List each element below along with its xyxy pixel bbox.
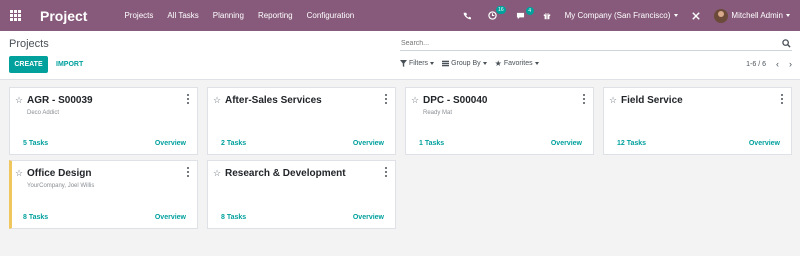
favorites-button[interactable]: ★ Favorites: [495, 59, 539, 68]
user-menu[interactable]: Mitchell Admin: [714, 8, 790, 23]
pager: 1-6 / 6 ‹ ›: [746, 59, 792, 69]
top-navbar: Project Projects All Tasks Planning Repo…: [0, 0, 800, 31]
chat-icon[interactable]: 4: [515, 6, 534, 20]
menu-item-all-tasks[interactable]: All Tasks: [160, 11, 205, 20]
app-menu-icon[interactable]: [0, 0, 31, 31]
project-card[interactable]: ☆ After-Sales Services 2 Tasks Overview: [207, 87, 396, 155]
project-card[interactable]: ☆ DPC - S00040 Ready Mat 1 Tasks Overvie…: [405, 87, 594, 155]
tasks-link[interactable]: 2 Tasks: [221, 140, 246, 147]
chevron-down-icon: [674, 14, 679, 17]
menu-item-reporting[interactable]: Reporting: [251, 11, 300, 20]
star-icon[interactable]: ☆: [15, 168, 23, 179]
overview-link[interactable]: Overview: [353, 140, 384, 147]
project-customer: Ready Mat: [423, 110, 453, 116]
company-switcher[interactable]: My Company (San Francisco): [565, 11, 679, 20]
tasks-link[interactable]: 12 Tasks: [617, 140, 646, 147]
search-options: Filters Group By ★ Favorites: [400, 59, 539, 68]
project-title: After-Sales Services: [225, 95, 322, 106]
overview-link[interactable]: Overview: [155, 214, 186, 221]
main-menu: Projects All Tasks Planning Reporting Co…: [117, 11, 361, 20]
card-menu-icon[interactable]: [583, 94, 586, 104]
groupby-button[interactable]: Group By: [442, 60, 487, 67]
project-title: DPC - S00040: [423, 95, 488, 106]
filters-button[interactable]: Filters: [400, 60, 435, 67]
activity-clock-icon[interactable]: 16: [487, 6, 506, 20]
kanban-view: ☆ AGR - S00039 Deco Addict 5 Tasks Overv…: [0, 80, 800, 256]
tasks-link[interactable]: 8 Tasks: [221, 214, 246, 221]
chevron-right-icon[interactable]: ›: [789, 59, 792, 69]
filters-label: Filters: [409, 60, 429, 67]
project-title: Research & Development: [225, 168, 346, 179]
menu-item-projects[interactable]: Projects: [117, 11, 160, 20]
card-menu-icon[interactable]: [385, 94, 388, 104]
star-icon[interactable]: ☆: [213, 95, 221, 106]
control-panel: Projects CREATE IMPORT Filters Group By …: [0, 31, 800, 80]
message-count-badge: 4: [525, 6, 534, 15]
project-customer: YourCompany, Joel Willis: [27, 183, 95, 189]
chevron-down-icon: [786, 14, 790, 17]
tasks-link[interactable]: 8 Tasks: [23, 214, 48, 221]
import-button[interactable]: IMPORT: [56, 56, 83, 73]
create-button[interactable]: CREATE: [9, 56, 48, 73]
project-customer: Deco Addict: [27, 110, 60, 116]
chevron-down-icon: [534, 62, 539, 65]
breadcrumb: Projects: [9, 38, 49, 50]
overview-link[interactable]: Overview: [155, 140, 186, 147]
star-icon[interactable]: ☆: [411, 95, 419, 106]
search-input[interactable]: [400, 39, 770, 47]
overview-link[interactable]: Overview: [551, 140, 582, 147]
project-card[interactable]: ☆ Office Design YourCompany, Joel Willis…: [9, 160, 198, 229]
company-name: My Company (San Francisco): [564, 11, 671, 20]
groupby-icon: [442, 60, 450, 67]
tasks-link[interactable]: 5 Tasks: [23, 140, 48, 147]
project-title: Office Design: [27, 168, 92, 179]
pager-value[interactable]: 1-6 / 6: [746, 61, 766, 68]
overview-link[interactable]: Overview: [353, 214, 384, 221]
project-card[interactable]: ☆ Field Service 12 Tasks Overview: [603, 87, 792, 155]
user-name: Mitchell Admin: [731, 11, 783, 20]
menu-item-configuration[interactable]: Configuration: [300, 11, 362, 20]
favorites-label: Favorites: [503, 60, 533, 67]
groupby-label: Group By: [451, 60, 481, 67]
tasks-link[interactable]: 1 Tasks: [419, 140, 444, 147]
project-card[interactable]: ☆ AGR - S00039 Deco Addict 5 Tasks Overv…: [9, 87, 198, 155]
star-icon[interactable]: ☆: [213, 168, 221, 179]
search-bar: [400, 36, 792, 51]
star-icon: ★: [494, 59, 502, 68]
avatar: [714, 8, 729, 23]
systray: 16 4 My Company (San Francisco) Mitchell…: [461, 0, 800, 31]
chevron-left-icon[interactable]: ‹: [776, 59, 779, 69]
chevron-down-icon: [430, 62, 435, 65]
phone-icon[interactable]: [461, 12, 473, 20]
activity-count-badge: 16: [496, 6, 506, 14]
star-icon[interactable]: ☆: [15, 95, 23, 106]
app-name[interactable]: Project: [40, 8, 87, 24]
project-card[interactable]: ☆ Research & Development 8 Tasks Overvie…: [207, 160, 396, 229]
card-menu-icon[interactable]: [385, 167, 388, 177]
overview-link[interactable]: Overview: [749, 140, 780, 147]
card-menu-icon[interactable]: [187, 94, 190, 104]
filter-icon: [400, 60, 407, 67]
search-icon[interactable]: [782, 39, 791, 50]
tools-icon[interactable]: [690, 11, 702, 20]
card-menu-icon[interactable]: [187, 167, 190, 177]
chevron-down-icon: [482, 62, 487, 65]
project-title: AGR - S00039: [27, 95, 93, 106]
menu-item-planning[interactable]: Planning: [206, 11, 251, 20]
project-title: Field Service: [621, 95, 683, 106]
gift-icon[interactable]: [541, 12, 553, 20]
star-icon[interactable]: ☆: [609, 95, 617, 106]
card-menu-icon[interactable]: [781, 94, 784, 104]
